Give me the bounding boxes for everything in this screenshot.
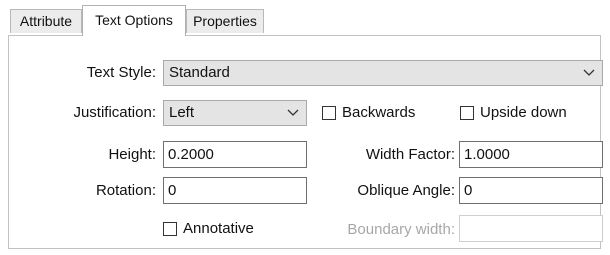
text-style-value: Standard [169, 64, 230, 81]
backwards-label: Backwards [342, 104, 416, 121]
oblique-angle-label: Oblique Angle: [357, 182, 455, 199]
backwards-checkbox[interactable]: Backwards [322, 103, 415, 123]
boundary-width-input [459, 215, 603, 242]
justification-dropdown[interactable]: Left [163, 100, 307, 126]
tab-attribute[interactable]: Attribute [10, 9, 82, 33]
upside-down-label: Upside down [480, 104, 567, 121]
boundary-width-label: Boundary width: [347, 221, 455, 238]
chevron-down-icon [287, 109, 299, 116]
width-factor-input[interactable] [459, 141, 603, 168]
tab-properties-label: Properties [193, 13, 257, 29]
annotative-checkbox[interactable]: Annotative [163, 219, 254, 239]
text-style-dropdown[interactable]: Standard [163, 60, 603, 86]
height-label: Height: [108, 146, 156, 163]
rotation-label: Rotation: [95, 182, 156, 199]
annotative-checkbox-box[interactable] [163, 222, 177, 236]
backwards-checkbox-box[interactable] [322, 106, 336, 120]
tab-properties[interactable]: Properties [186, 9, 264, 33]
rotation-input[interactable] [163, 177, 307, 204]
upside-down-checkbox-box[interactable] [460, 106, 474, 120]
oblique-angle-input[interactable] [459, 177, 603, 204]
height-input[interactable] [163, 141, 307, 168]
tab-attribute-label: Attribute [19, 13, 73, 29]
tab-bar: Attribute Text Options Properties [0, 0, 610, 36]
justification-value: Left [169, 104, 195, 121]
width-factor-label: Width Factor: [365, 146, 455, 163]
upside-down-checkbox[interactable]: Upside down [460, 103, 567, 123]
text-style-label: Text Style: [86, 64, 156, 81]
tab-text-options-label: Text Options [95, 12, 173, 28]
annotative-label: Annotative [183, 220, 254, 237]
tab-text-options[interactable]: Text Options [82, 5, 186, 36]
justification-label: Justification: [73, 104, 156, 121]
chevron-down-icon [583, 69, 595, 76]
